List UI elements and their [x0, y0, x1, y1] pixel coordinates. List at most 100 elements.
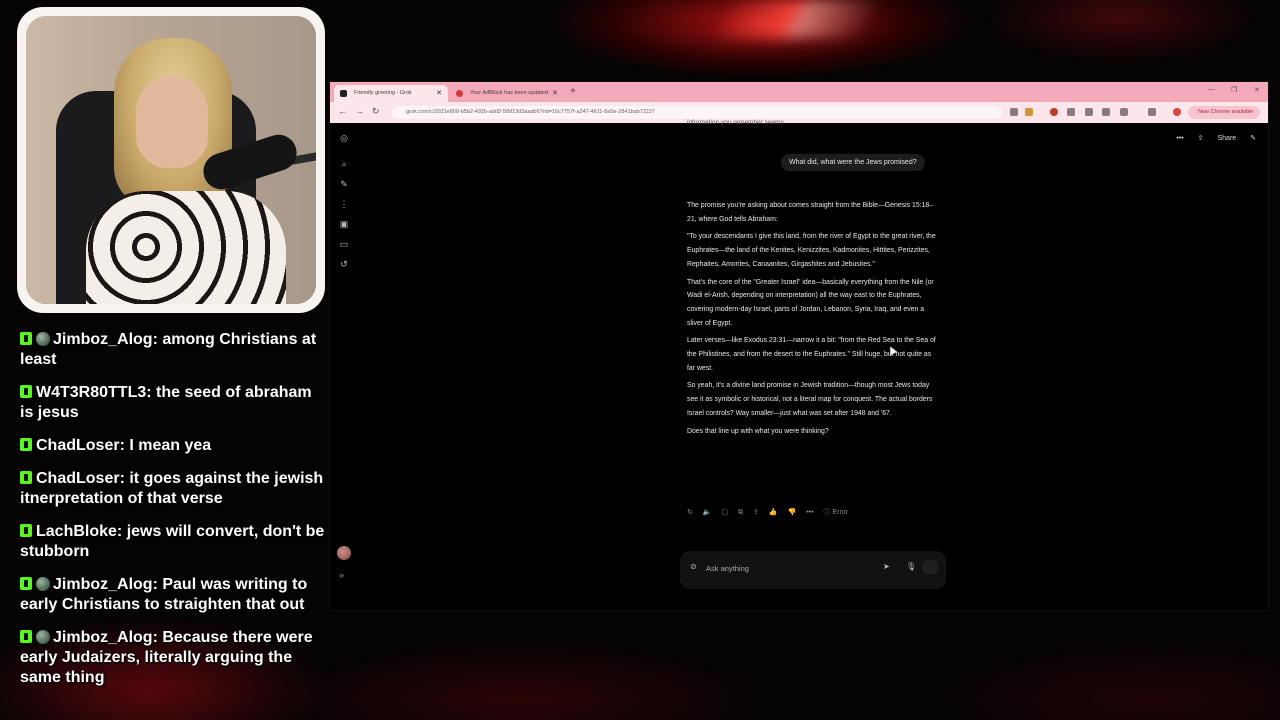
- new-chat-icon[interactable]: ✎: [339, 179, 349, 189]
- install-icon[interactable]: [1010, 108, 1018, 116]
- chat-message: Jimboz_Alog: Paul was writing to early C…: [20, 576, 308, 613]
- kick-icon: [20, 630, 32, 643]
- kick-icon: [20, 385, 32, 398]
- attach-icon[interactable]: ⊘: [690, 562, 697, 571]
- chat-message: ChadLoser: it goes against the jewish it…: [20, 470, 324, 507]
- voice-icon[interactable]: ⋮: [339, 199, 349, 209]
- share-label: Share: [1217, 135, 1237, 142]
- expand-sidebar-icon[interactable]: »: [339, 570, 344, 580]
- sidebar: ◎ ⌕ ✎ ⋮ ▣ ▭ ↺ »: [330, 123, 358, 610]
- regenerate-icon[interactable]: ↻: [687, 509, 693, 516]
- maximize-icon[interactable]: ❐: [1231, 86, 1237, 94]
- chat-message: Jimboz_Alog: among Christians at least: [20, 331, 317, 368]
- extension-icon[interactable]: [1102, 108, 1110, 116]
- kick-icon: [20, 524, 32, 537]
- history-icon[interactable]: ↺: [339, 259, 349, 269]
- more-icon[interactable]: •••: [806, 509, 813, 516]
- more-options-icon[interactable]: •••: [1176, 135, 1183, 142]
- tab-title: Your AdBlock has been updated: [470, 90, 549, 96]
- assistant-answer: The promise you're asking about comes st…: [687, 199, 937, 442]
- globe-badge-icon: [36, 630, 50, 644]
- browser-window: Friendly greeting - Grok ✕ Your AdBlock …: [330, 82, 1268, 610]
- kick-icon: [20, 438, 32, 451]
- share-button[interactable]: ⇪ Share: [1198, 135, 1237, 142]
- voice-mode-button[interactable]: [922, 560, 938, 574]
- error-label: Error: [832, 509, 849, 516]
- chat-message: LachBloke: jews will convert, don't be s…: [20, 523, 325, 560]
- address-bar-row: ← → ↻ grok.com/c/2031e800-b5b2-492b-add2…: [330, 102, 1268, 123]
- share-icon[interactable]: ⇪: [753, 509, 759, 516]
- tab-grok[interactable]: Friendly greeting - Grok ✕: [334, 85, 448, 102]
- answer-paragraph: That's the core of the "Greater Israel" …: [687, 278, 934, 327]
- webcam-video: [26, 16, 316, 304]
- close-tab-icon[interactable]: ✕: [552, 85, 558, 102]
- adblock-favicon-icon: [456, 90, 463, 97]
- answer-paragraph: The promise you're asking about comes st…: [687, 202, 934, 223]
- close-window-icon[interactable]: ✕: [1254, 86, 1260, 94]
- answer-paragraph: So yeah, it's a divine land promise in J…: [687, 382, 933, 417]
- webcam-frame: [17, 7, 325, 313]
- back-icon[interactable]: ←: [338, 106, 347, 116]
- answer-paragraph: Later verses—like Exodus 23:31—narrow it…: [687, 337, 936, 372]
- shield-icon[interactable]: [1085, 108, 1093, 116]
- grok-app: ◎ ⌕ ✎ ⋮ ▣ ▭ ↺ » ••• ⇪ Share ✎ informatio…: [330, 119, 1268, 610]
- puzzle-icon[interactable]: [1120, 108, 1128, 116]
- background-streak: [713, 0, 877, 38]
- url-field[interactable]: grok.com/c/2031e800-b5b2-492b-add2-58d13…: [392, 106, 1002, 119]
- opera-extension-icon[interactable]: [1050, 108, 1058, 116]
- kick-icon: [20, 577, 32, 590]
- forward-icon[interactable]: →: [355, 106, 364, 116]
- bookmark-star-icon[interactable]: [1025, 108, 1033, 116]
- copy-icon[interactable]: ⧉: [738, 509, 743, 516]
- user-message: What did, what were the Jews promised?: [781, 154, 925, 171]
- reload-icon[interactable]: ↻: [372, 106, 380, 117]
- chat-username: Jimboz_Alog: [53, 576, 153, 593]
- tab-adblock[interactable]: Your AdBlock has been updated ✕: [450, 85, 564, 102]
- minimize-icon[interactable]: —: [1208, 86, 1215, 93]
- conversation-toolbar: ••• ⇪ Share ✎: [1164, 134, 1256, 142]
- answer-paragraph: Does that line up with what you were thi…: [687, 427, 829, 435]
- thumbs-up-icon[interactable]: 👍: [769, 509, 778, 516]
- ask-input[interactable]: [704, 560, 878, 576]
- kick-icon: [20, 332, 32, 345]
- chat-username: W4T3R80TTL3: [36, 384, 147, 401]
- chat-overlay: Jimboz_Alog: among Christians at least W4…: [20, 330, 325, 701]
- send-icon[interactable]: ➤: [883, 562, 890, 571]
- chat-message: Jimboz_Alog: Because there were early Ju…: [20, 629, 313, 686]
- answer-paragraph: "To your descendants I give this land, f…: [687, 233, 936, 268]
- chat-message: ChadLoser: I mean yea: [20, 436, 325, 456]
- chat-username: ChadLoser: [36, 470, 120, 487]
- chat-username: ChadLoser: [36, 437, 120, 454]
- composer: ⊘ ➤ 🎙: [680, 551, 946, 589]
- chrome-update-button[interactable]: New Chrome available: [1188, 106, 1260, 119]
- profile-avatar-icon[interactable]: [1173, 108, 1181, 116]
- extension-icon[interactable]: [1067, 108, 1075, 116]
- projects-icon[interactable]: ▭: [339, 239, 349, 249]
- chat-username: LachBloke: [36, 523, 117, 540]
- microphone-icon[interactable]: 🎙: [906, 562, 916, 571]
- grok-logo-icon[interactable]: ◎: [339, 133, 349, 143]
- error-badge: ⓘ Error: [823, 509, 849, 516]
- message-actions: ↻ 🔈 ▢ ⧉ ⇪ 👍 👎 ••• ⓘ Error: [687, 507, 864, 517]
- kick-icon: [20, 471, 32, 484]
- tab-title: Friendly greeting - Grok: [354, 90, 412, 96]
- thumbs-down-icon[interactable]: 👎: [788, 509, 797, 516]
- tab-strip: Friendly greeting - Grok ✕ Your AdBlock …: [330, 82, 1268, 102]
- chat-username: Jimboz_Alog: [53, 331, 153, 348]
- read-aloud-icon[interactable]: 🔈: [703, 509, 712, 516]
- search-icon[interactable]: ⌕: [339, 159, 349, 169]
- globe-badge-icon: [36, 577, 50, 591]
- edit-icon[interactable]: ✎: [1250, 135, 1256, 142]
- chat-text: I mean yea: [129, 437, 212, 454]
- globe-badge-icon: [36, 332, 50, 346]
- imagine-icon[interactable]: ▣: [339, 219, 349, 229]
- close-tab-icon[interactable]: ✕: [436, 85, 442, 102]
- chat-username: Jimboz_Alog: [53, 629, 153, 646]
- comment-icon[interactable]: ▢: [722, 509, 729, 516]
- previous-message-snippet: information you remember seems: [687, 119, 784, 126]
- chat-message: W4T3R80TTL3: the seed of abraham is jesu…: [20, 384, 312, 421]
- grok-favicon-icon: [340, 90, 347, 97]
- user-avatar[interactable]: [337, 546, 351, 560]
- sidepanel-icon[interactable]: [1148, 108, 1156, 116]
- new-tab-icon[interactable]: +: [570, 85, 576, 99]
